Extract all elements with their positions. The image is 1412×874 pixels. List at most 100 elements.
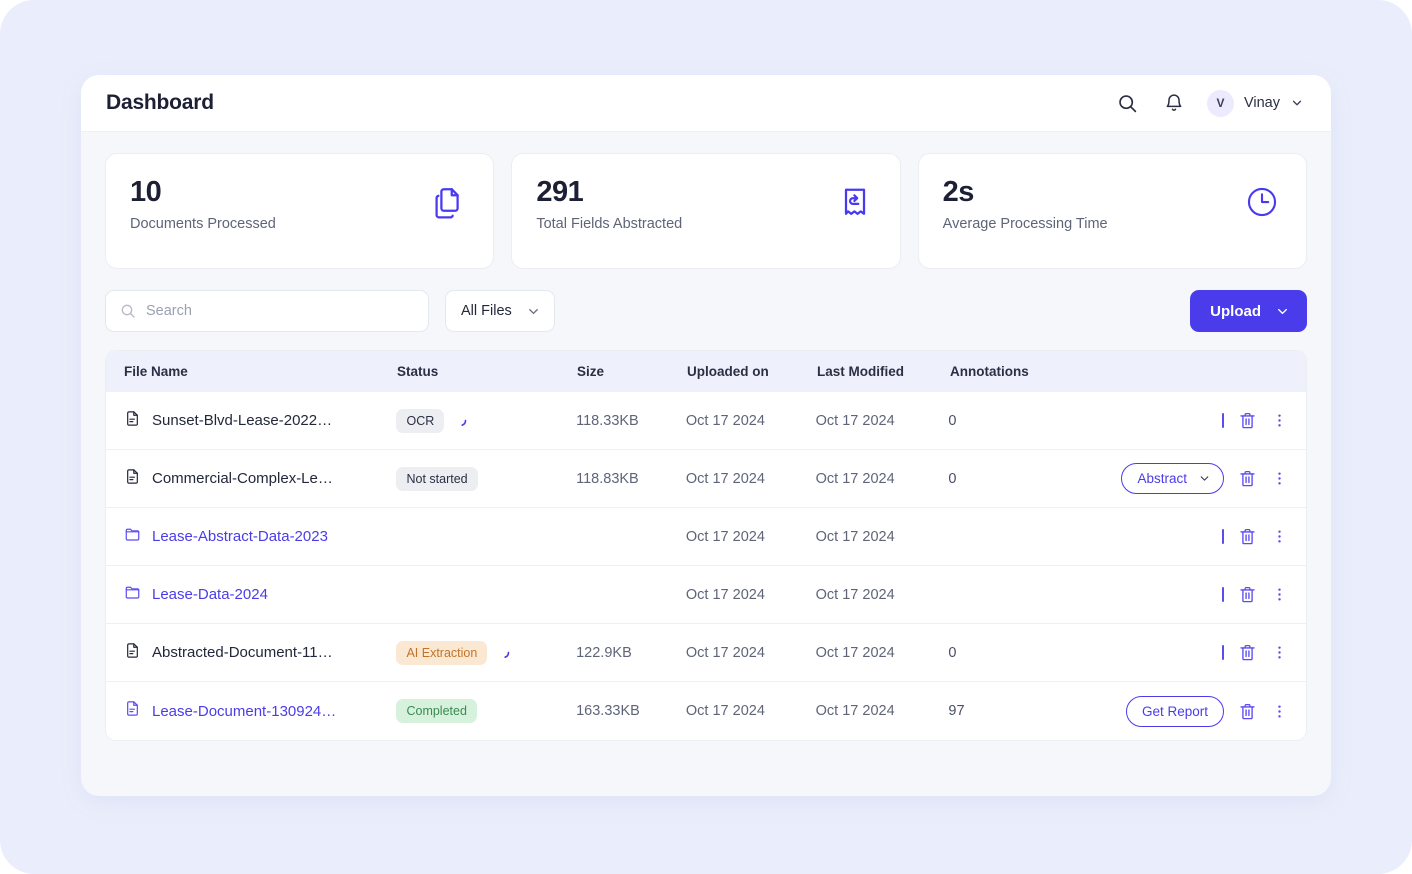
- size-label: 163.33KB: [576, 703, 640, 719]
- more-vertical-icon[interactable]: [1271, 412, 1288, 429]
- trash-icon[interactable]: [1238, 527, 1257, 546]
- cell-file-name[interactable]: Commercial-Complex-Le…: [124, 468, 396, 490]
- table-row[interactable]: Commercial-Complex-Le… Not started 118.8…: [106, 450, 1306, 508]
- annotations-label: 97: [948, 703, 965, 719]
- cell-size: 118.33KB: [576, 412, 686, 430]
- cell-last-modified: Oct 17 2024: [816, 470, 949, 488]
- status-badge: Not started: [396, 466, 478, 491]
- uploaded-on-label: Oct 17 2024: [685, 644, 765, 661]
- table-row[interactable]: Lease-Data-2024 Oct 17 2024 Oct 17 2024: [106, 566, 1306, 624]
- uploaded-on-label: Oct 17 2024: [685, 703, 765, 719]
- trash-icon[interactable]: [1238, 411, 1257, 430]
- status-badge: AI Extraction: [396, 640, 488, 665]
- bookmark-undo-icon: [837, 185, 873, 226]
- size-label: 122.9KB: [576, 644, 632, 661]
- trash-icon[interactable]: [1238, 702, 1257, 721]
- app-header: Dashboard V Vinay: [81, 75, 1331, 132]
- cell-last-modified: Oct 17 2024: [816, 644, 949, 662]
- search-input[interactable]: [146, 303, 414, 319]
- divider-bar: [1222, 645, 1224, 660]
- action-label: Abstract: [1137, 471, 1187, 486]
- page-title: Dashboard: [106, 91, 214, 114]
- stat-label: Average Processing Time: [942, 216, 1108, 233]
- table-row[interactable]: Sunset-Blvd-Lease-2022… OCR 118.33KB Oct…: [106, 392, 1306, 450]
- trash-icon[interactable]: [1238, 469, 1257, 488]
- loading-spinner-icon: [453, 413, 468, 428]
- folder-icon: [124, 526, 141, 548]
- stat-value: 2s: [942, 176, 975, 208]
- bell-icon[interactable]: [1161, 90, 1187, 116]
- loading-spinner-icon: [496, 645, 511, 660]
- more-vertical-icon[interactable]: [1271, 703, 1288, 720]
- cell-uploaded-on: Oct 17 2024: [686, 412, 816, 430]
- cell-size: 163.33KB: [576, 702, 686, 720]
- trash-icon[interactable]: [1238, 643, 1257, 662]
- more-vertical-icon[interactable]: [1271, 586, 1288, 603]
- more-vertical-icon[interactable]: [1271, 528, 1288, 545]
- size-label: 118.33KB: [576, 412, 639, 429]
- cell-last-modified: Oct 17 2024: [816, 528, 949, 546]
- table-row[interactable]: Abstracted-Document-11… AI Extraction 12…: [106, 624, 1306, 682]
- more-vertical-icon[interactable]: [1271, 644, 1288, 661]
- cell-actions: [1138, 643, 1288, 662]
- cell-actions: [1138, 585, 1288, 604]
- annotations-label: 0: [948, 644, 957, 661]
- file-type-filter[interactable]: All Files: [445, 290, 555, 332]
- cell-annotations: 97: [948, 702, 1138, 720]
- filter-label: All Files: [461, 303, 512, 319]
- cell-annotations: 0: [948, 470, 1138, 488]
- cell-uploaded-on: Oct 17 2024: [686, 644, 816, 662]
- table-toolbar: All Files Upload: [105, 290, 1307, 332]
- file-name-label: Commercial-Complex-Le…: [152, 470, 333, 487]
- uploaded-on-label: Oct 17 2024: [685, 586, 765, 603]
- last-modified-label: Oct 17 2024: [815, 586, 895, 603]
- primary-action-slot: [1138, 413, 1224, 428]
- stat-cards: 10 Documents Processed 291 Total Fields …: [105, 153, 1307, 269]
- upload-button[interactable]: Upload: [1190, 290, 1307, 332]
- cell-status: Completed: [396, 699, 576, 723]
- search-icon[interactable]: [1115, 90, 1141, 116]
- column-header-last-modified: Last Modified: [817, 364, 904, 379]
- search-field[interactable]: [105, 290, 429, 332]
- file-name-label: Lease-Abstract-Data-2023: [152, 528, 328, 545]
- cell-size: 122.9KB: [576, 644, 686, 662]
- more-vertical-icon[interactable]: [1271, 470, 1288, 487]
- abstract-dropdown-button[interactable]: Abstract: [1121, 463, 1224, 494]
- stat-value: 291: [536, 176, 584, 208]
- uploaded-on-label: Oct 17 2024: [685, 528, 765, 545]
- folder-icon: [124, 584, 141, 606]
- user-name: Vinay: [1243, 95, 1280, 111]
- get-report-button[interactable]: Get Report: [1125, 695, 1224, 727]
- uploaded-on-label: Oct 17 2024: [685, 470, 765, 487]
- file-icon: [124, 410, 141, 432]
- cell-file-name[interactable]: Sunset-Blvd-Lease-2022…: [124, 410, 396, 432]
- status-badge: OCR: [396, 408, 445, 433]
- divider-bar: [1222, 587, 1224, 602]
- cell-last-modified: Oct 17 2024: [816, 702, 949, 720]
- file-name-label: Lease-Document-130924…: [152, 702, 337, 720]
- cell-file-name[interactable]: Lease-Document-130924…: [124, 700, 396, 722]
- trash-icon[interactable]: [1238, 585, 1257, 604]
- stat-label: Documents Processed: [130, 216, 276, 233]
- table-row[interactable]: Lease-Abstract-Data-2023 Oct 17 2024 Oct…: [106, 508, 1306, 566]
- cell-status: AI Extraction: [396, 640, 576, 665]
- table-row[interactable]: Lease-Document-130924… Completed 163.33K…: [106, 682, 1306, 740]
- user-menu[interactable]: V Vinay: [1206, 89, 1304, 117]
- table-header-row: File Name Status Size Uploaded on Last M…: [106, 351, 1306, 392]
- last-modified-label: Oct 17 2024: [815, 470, 895, 487]
- cell-file-name[interactable]: Lease-Abstract-Data-2023: [124, 526, 396, 548]
- cell-size: 118.83KB: [576, 470, 686, 488]
- files-table: File Name Status Size Uploaded on Last M…: [105, 350, 1307, 741]
- cell-uploaded-on: Oct 17 2024: [686, 470, 816, 488]
- cell-file-name[interactable]: Abstracted-Document-11…: [124, 642, 396, 664]
- documents-copy-icon: [430, 185, 466, 226]
- action-label: Get Report: [1141, 703, 1208, 719]
- column-header-size: Size: [577, 364, 605, 379]
- page-root: Dashboard V Vinay 10 Documents Processed…: [0, 0, 1412, 874]
- avatar: V: [1206, 89, 1234, 117]
- size-label: 118.83KB: [576, 470, 639, 487]
- cell-file-name[interactable]: Lease-Data-2024: [124, 584, 396, 606]
- cell-actions: [1138, 411, 1288, 430]
- cell-last-modified: Oct 17 2024: [816, 586, 949, 604]
- upload-label: Upload: [1210, 302, 1261, 320]
